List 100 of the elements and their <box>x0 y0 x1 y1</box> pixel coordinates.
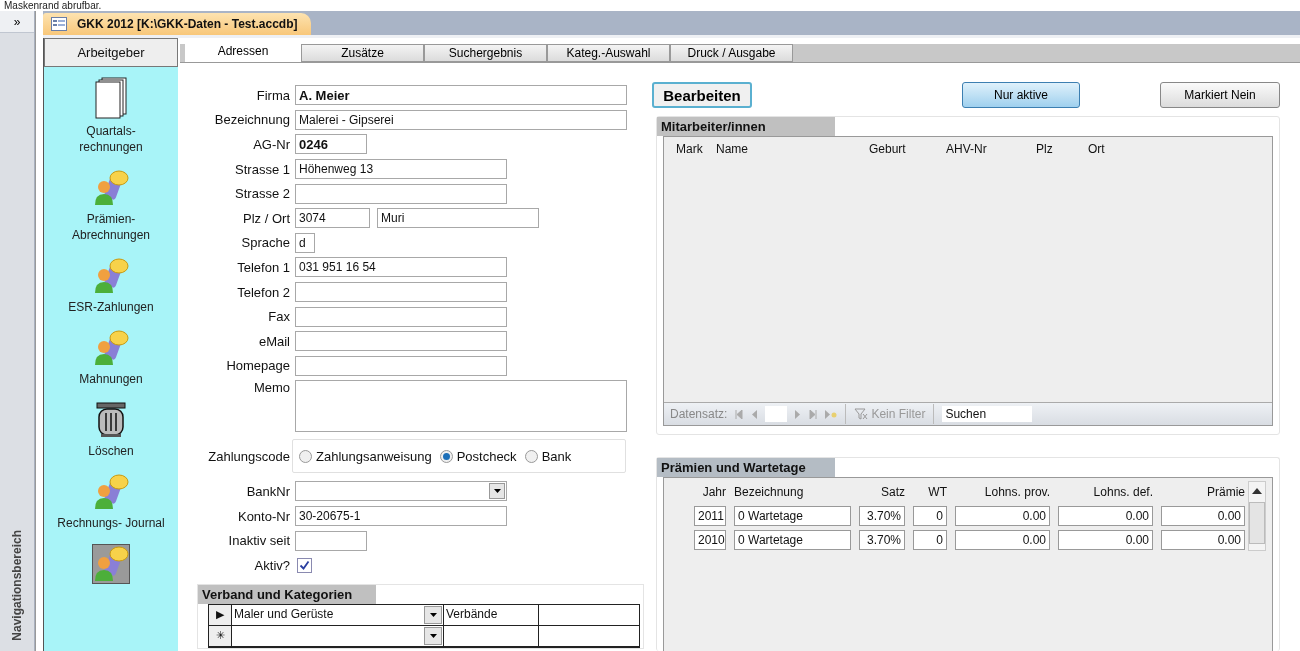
action-button[interactable]: Markiert Nein <box>1160 82 1280 108</box>
text-field[interactable]: 031 951 16 54 <box>295 257 507 278</box>
text-field[interactable]: Malerei - Gipserei <box>295 109 627 130</box>
memo-field[interactable] <box>295 380 627 433</box>
next-record-icon[interactable] <box>795 409 802 419</box>
text-field[interactable] <box>295 183 507 204</box>
navigation-pane-label: Navigationsbereich <box>10 530 24 641</box>
sidebar-item[interactable]: Löschen <box>86 397 136 463</box>
table-cell: 0.00 <box>1058 506 1153 526</box>
text-field[interactable]: Höhenweg 13 <box>295 159 507 180</box>
text-field[interactable]: A. Meier <box>295 85 627 106</box>
action-button[interactable]: Bearbeiten <box>652 82 752 108</box>
column-header: WT <box>927 485 947 499</box>
sidebar-item[interactable]: ESR-Zahlungen <box>66 253 156 319</box>
scroll-up-icon[interactable] <box>1252 488 1262 494</box>
radio-option[interactable]: Bank <box>524 448 572 464</box>
action-button[interactable]: Nur aktive <box>962 82 1080 108</box>
table-cell: 0.00 <box>955 530 1050 550</box>
text-field[interactable]: 0246 <box>295 134 367 155</box>
form-icon <box>51 17 67 31</box>
column-header: Prämie <box>1206 485 1245 499</box>
trash-icon <box>95 401 127 439</box>
column-header: Plz <box>1036 142 1053 156</box>
field-label: Strasse 2 <box>234 186 291 202</box>
column-header: Geburt <box>869 142 906 156</box>
radio-option[interactable]: Postcheck <box>439 448 517 464</box>
scroll-thumb[interactable] <box>1249 502 1265 544</box>
sidebar-item-label: Quartals- rechnungen <box>79 123 143 155</box>
expand-button[interactable]: » <box>0 11 34 33</box>
scrollbar[interactable] <box>1248 481 1266 551</box>
field-label: Fax <box>267 309 291 325</box>
text-field[interactable]: 3074 <box>295 208 370 229</box>
record-number-field[interactable] <box>765 406 788 422</box>
table-cell: 2010 <box>694 530 726 550</box>
column-header: Jahr <box>701 485 726 499</box>
text-field[interactable] <box>295 530 367 551</box>
field-label: Plz / Ort <box>242 210 291 226</box>
page-caption: Maskenrand abrufbar. <box>4 0 102 11</box>
table-cell: 0.00 <box>1161 506 1245 526</box>
field-label: eMail <box>257 333 291 349</box>
field-label: Konto-Nr <box>236 508 291 524</box>
sidebar-item-label: Prämien- Abrechnungen <box>71 211 151 243</box>
dropdown-arrow-icon <box>493 489 501 494</box>
sidebar-item[interactable]: Quartals- rechnungen <box>77 73 145 159</box>
table-cell: 0 <box>913 530 947 550</box>
field-label: Inaktiv seit <box>227 533 291 549</box>
people-icon <box>93 329 129 367</box>
sidebar-item-label: Mahnungen <box>79 371 143 387</box>
tab[interactable]: Suchergebnis <box>424 44 547 62</box>
field-label: AG-Nr <box>252 137 291 152</box>
text-field[interactable] <box>295 331 507 352</box>
column-header: Satz <box>880 485 905 499</box>
text-field[interactable]: Muri <box>377 208 539 229</box>
row-selector[interactable]: ▶ <box>209 604 232 625</box>
text-field[interactable] <box>295 355 507 376</box>
group-title: Verband und Kategorien <box>198 584 376 604</box>
last-record-icon[interactable] <box>809 409 818 419</box>
first-record-icon[interactable] <box>735 409 744 419</box>
field-label: Homepage <box>225 358 291 374</box>
text-field[interactable]: d <box>295 232 315 253</box>
people-icon <box>93 169 129 207</box>
sidebar-title: Arbeitgeber <box>44 38 178 67</box>
navigator-label: Datensatz: <box>670 407 728 421</box>
field-label: Bezeichnung <box>213 112 291 128</box>
field-label: Zahlungscode <box>207 448 291 464</box>
text-field[interactable] <box>295 306 507 327</box>
dropdown-arrow-icon <box>429 633 437 638</box>
group-title: Prämien und Wartetage <box>657 458 835 477</box>
funnel-icon <box>854 408 869 420</box>
text-field[interactable]: 30-20675-1 <box>295 506 507 526</box>
row-selector[interactable]: ✳ <box>209 625 232 646</box>
table-cell: 3.70% <box>859 530 905 550</box>
group-title: Mitarbeiter/innen <box>657 117 835 136</box>
sidebar-item[interactable]: Rechnungs- Journal <box>55 469 167 535</box>
column-header: Bezeichnung <box>734 485 805 499</box>
tab[interactable]: Zusätze <box>301 44 424 62</box>
new-record-icon[interactable] <box>825 409 838 419</box>
tab[interactable]: Druck / Ausgabe <box>670 44 793 62</box>
table-cell: 0 Wartetage <box>734 530 851 550</box>
column-header: Lohns. prov. <box>983 485 1050 499</box>
document-tab[interactable]: GKK 2012 [K:\GKK-Daten - Test.accdb] <box>43 13 312 35</box>
table-cell: 0 <box>913 506 947 526</box>
field-label: Sprache <box>240 235 291 251</box>
radio-option[interactable]: Zahlungsanweisung <box>299 448 432 464</box>
sidebar-item[interactable]: Mahnungen <box>77 325 145 391</box>
checkbox[interactable] <box>297 557 312 573</box>
field-label: Firma <box>255 87 291 103</box>
column-header: Name <box>716 142 748 156</box>
table-cell: 0.00 <box>1058 530 1153 550</box>
previous-record-icon[interactable] <box>751 409 758 419</box>
combo-box[interactable]: Maler und Gerüste <box>232 604 444 625</box>
tab[interactable]: Kateg.-Auswahl <box>547 44 670 62</box>
search-field[interactable]: Suchen <box>942 406 1033 422</box>
text-field[interactable] <box>295 282 507 303</box>
column-header: Lohns. def. <box>1092 485 1153 499</box>
field-label: Telefon 2 <box>236 284 291 300</box>
sidebar-item[interactable]: Prämien- Abrechnungen <box>69 165 153 247</box>
sidebar-item-label: Löschen <box>88 443 134 459</box>
field-label: Strasse 1 <box>234 161 291 177</box>
sidebar-item-label: ESR-Zahlungen <box>68 299 154 315</box>
